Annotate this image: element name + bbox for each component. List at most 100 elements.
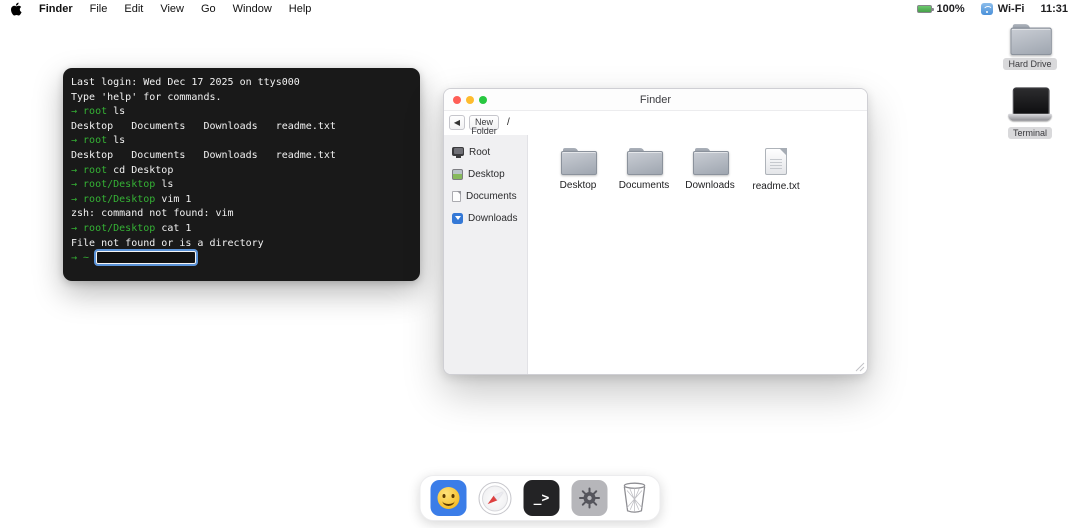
desktop-icon[interactable]: Hard Drive bbox=[1003, 24, 1057, 70]
finder-sidebar: Root Desktop Documents Downloads bbox=[444, 135, 528, 374]
resize-handle[interactable] bbox=[853, 360, 865, 372]
menu-bar: Finder File Edit View Go Window Help 100… bbox=[0, 0, 1080, 18]
terminal-text: File not found or is a directory bbox=[71, 237, 264, 249]
menu-item[interactable]: Help bbox=[289, 3, 312, 15]
sidebar-item-icon bbox=[452, 190, 461, 202]
window-title: Finder bbox=[639, 93, 672, 106]
desktop-icon-label: Terminal bbox=[1007, 127, 1052, 139]
wastebasket-icon bbox=[623, 482, 646, 513]
path-label: / bbox=[507, 117, 510, 128]
sidebar-item-icon bbox=[452, 146, 464, 158]
terminal-text: ls bbox=[107, 135, 126, 147]
terminal-line: Type 'help' for commands. bbox=[71, 91, 412, 106]
smiley-face-icon bbox=[437, 487, 460, 509]
sidebar-item-label: Root bbox=[469, 146, 491, 158]
clock: 11:31 bbox=[1040, 3, 1068, 15]
finder-app-icon[interactable] bbox=[430, 480, 467, 516]
terminal-app-icon[interactable]: _> bbox=[523, 480, 560, 516]
apple-icon[interactable] bbox=[10, 2, 22, 16]
file-label: readme.txt bbox=[752, 181, 800, 192]
finder-toolbar: ◀ New Folder / bbox=[444, 111, 867, 136]
finder-item[interactable]: Downloads bbox=[677, 148, 743, 191]
terminal-line: → root cd Desktop bbox=[71, 164, 412, 179]
file-label: Documents bbox=[618, 180, 670, 191]
desktop-icon[interactable]: Terminal bbox=[1007, 87, 1052, 139]
browser-app-icon[interactable] bbox=[478, 481, 512, 515]
menu-item[interactable]: Go bbox=[201, 3, 216, 15]
settings-app-icon[interactable] bbox=[571, 480, 608, 516]
terminal-line: → root ls bbox=[71, 134, 412, 149]
finder-content[interactable]: Desktop Documents Downloads readme.txt bbox=[528, 135, 867, 374]
terminal-output: Last login: Wed Dec 17 2025 on ttys000 Ty… bbox=[71, 76, 412, 266]
new-folder-button[interactable]: New Folder bbox=[469, 115, 499, 136]
terminal-line: Last login: Wed Dec 17 2025 on ttys000 bbox=[71, 76, 412, 91]
terminal-command-input[interactable] bbox=[96, 251, 197, 265]
menu-bar-left: Finder File Edit View Go Window Help bbox=[10, 2, 311, 16]
file-icon bbox=[627, 148, 663, 175]
desktop-icon-art bbox=[1010, 24, 1052, 56]
sidebar-item[interactable]: Downloads bbox=[444, 207, 527, 229]
sidebar-item-label: Documents bbox=[466, 190, 517, 202]
terminal-prompt: → ~ bbox=[71, 252, 90, 264]
desktop-icon-art bbox=[1008, 87, 1052, 123]
sidebar-item[interactable]: Documents bbox=[444, 185, 527, 207]
trash-icon[interactable] bbox=[620, 480, 650, 516]
menu-item[interactable]: View bbox=[160, 3, 184, 15]
terminal-text: ls bbox=[155, 179, 174, 191]
battery-percent: 100% bbox=[936, 3, 965, 15]
menu-item[interactable]: Finder bbox=[39, 3, 73, 15]
terminal-line: Desktop Documents Downloads readme.txt bbox=[71, 120, 412, 135]
terminal-prompt-glyph: _> bbox=[533, 490, 550, 506]
sidebar-item-label: Desktop bbox=[468, 168, 505, 180]
gear-icon bbox=[579, 487, 600, 509]
menu-bar-status: 100% Wi-Fi 11:31 bbox=[916, 3, 1068, 15]
finder-item[interactable]: Documents bbox=[611, 148, 677, 191]
terminal-text: cd Desktop bbox=[107, 164, 174, 176]
file-label: Desktop bbox=[559, 180, 597, 191]
file-icon bbox=[693, 148, 729, 175]
terminal-line: → ~ bbox=[71, 251, 412, 266]
terminal-window[interactable]: Last login: Wed Dec 17 2025 on ttys000 Ty… bbox=[63, 68, 420, 281]
terminal-text: Type 'help' for commands. bbox=[71, 91, 222, 103]
terminal-text: Desktop Documents Downloads readme.txt bbox=[71, 120, 336, 132]
desktop-icon-label: Hard Drive bbox=[1003, 58, 1057, 70]
terminal-line: File not found or is a directory bbox=[71, 237, 412, 252]
terminal-line: Desktop Documents Downloads readme.txt bbox=[71, 149, 412, 164]
menu-item[interactable]: Edit bbox=[124, 3, 143, 15]
finder-body: Root Desktop Documents Downloads Desktop… bbox=[444, 135, 867, 374]
terminal-line: → root ls bbox=[71, 105, 412, 120]
terminal-prompt: → root bbox=[71, 164, 108, 176]
terminal-text: cat 1 bbox=[155, 222, 192, 234]
terminal-text: Desktop Documents Downloads readme.txt bbox=[71, 149, 336, 161]
finder-item[interactable]: readme.txt bbox=[743, 148, 809, 192]
terminal-prompt: → root/Desktop bbox=[71, 222, 156, 234]
sidebar-item-icon bbox=[452, 168, 463, 180]
battery-icon[interactable] bbox=[916, 5, 934, 13]
file-label: Downloads bbox=[685, 180, 735, 191]
terminal-line: → root/Desktop cat 1 bbox=[71, 222, 412, 237]
finder-item[interactable]: Desktop bbox=[545, 148, 611, 191]
sidebar-item-label: Downloads bbox=[468, 212, 518, 224]
back-button[interactable]: ◀ bbox=[449, 115, 465, 130]
terminal-prompt: → root bbox=[71, 135, 108, 147]
menu-items: Finder File Edit View Go Window Help bbox=[39, 3, 311, 15]
dock: _> bbox=[419, 475, 661, 521]
finder-titlebar[interactable]: Finder bbox=[444, 89, 867, 111]
terminal-prompt: → root/Desktop bbox=[71, 179, 156, 191]
terminal-text: vim 1 bbox=[155, 193, 192, 205]
menu-item[interactable]: File bbox=[90, 3, 108, 15]
wifi-label: Wi-Fi bbox=[997, 3, 1025, 15]
terminal-line: → root/Desktop ls bbox=[71, 178, 412, 193]
file-icon bbox=[765, 148, 787, 175]
sidebar-item[interactable]: Root bbox=[444, 141, 527, 163]
sidebar-item[interactable]: Desktop bbox=[444, 163, 527, 185]
finder-window[interactable]: Finder ◀ New Folder / Root Desktop Docum… bbox=[443, 88, 868, 375]
sidebar-item-icon bbox=[452, 212, 463, 224]
menu-item[interactable]: Window bbox=[233, 3, 272, 15]
terminal-prompt: → root/Desktop bbox=[71, 193, 156, 205]
terminal-line: → root/Desktop vim 1 bbox=[71, 193, 412, 208]
wifi-icon[interactable] bbox=[980, 3, 993, 15]
desktop-icons: Hard Drive Terminal bbox=[994, 24, 1066, 139]
file-icon bbox=[561, 148, 597, 175]
compass-needle-icon bbox=[485, 489, 506, 508]
